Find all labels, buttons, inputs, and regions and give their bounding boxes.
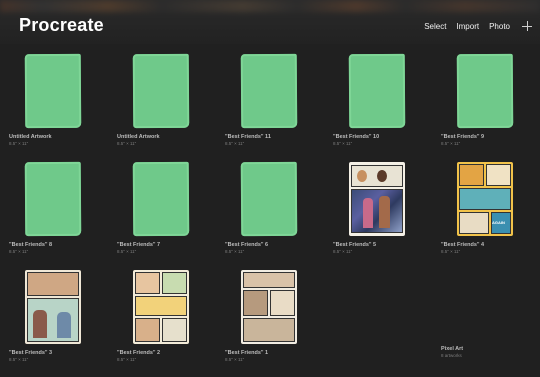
comic-thumbnail[interactable] xyxy=(133,270,189,344)
comic-panel xyxy=(135,318,160,342)
header-actions: Select Import Photo xyxy=(414,21,532,31)
artwork-name: Untitled Artwork xyxy=(117,134,160,140)
artwork-tile[interactable]: "Best Friends" 11 8.5" × 11" xyxy=(224,53,314,146)
top-bar: Procreate Select Import Photo xyxy=(0,0,540,44)
artwork-name: "Best Friends" 8 xyxy=(9,242,53,248)
comic-panel xyxy=(270,290,295,316)
comic-panel xyxy=(162,272,187,294)
artwork-tile[interactable]: AGAIN "Best Friends" 4 8.5" × 11" xyxy=(440,162,530,254)
comic-thumbnail[interactable] xyxy=(349,162,405,236)
artwork-thumbnail[interactable] xyxy=(240,161,298,237)
artwork-thumbnail[interactable] xyxy=(456,53,514,129)
artwork-name: "Best Friends" 10 xyxy=(333,134,380,140)
character-figure xyxy=(379,196,390,228)
comic-panel xyxy=(459,212,489,234)
artwork-tile[interactable]: "Best Friends" 5 8.5" × 11" xyxy=(332,162,422,254)
artwork-grid: Untitled Artwork 8.5" × 11" Untitled Art… xyxy=(0,44,540,377)
artwork-thumbnail[interactable] xyxy=(240,53,298,129)
artwork-name: "Best Friends" 5 xyxy=(333,242,377,248)
comic-panel-text: AGAIN xyxy=(492,220,505,225)
artwork-name: "Best Friends" 1 xyxy=(225,350,269,356)
artwork-thumbnail[interactable] xyxy=(132,53,190,129)
artwork-name: "Best Friends" 2 xyxy=(117,350,161,356)
artwork-name: "Best Friends" 11 xyxy=(225,134,271,140)
artwork-size: 8.5" × 11" xyxy=(333,141,353,146)
comic-panel xyxy=(243,272,295,288)
artwork-tile[interactable]: "Best Friends" 6 8.5" × 11" xyxy=(224,161,314,254)
select-button[interactable]: Select xyxy=(424,22,446,31)
character-head xyxy=(357,170,367,182)
artwork-thumbnail[interactable] xyxy=(24,53,82,129)
artwork-name: "Best Friends" 3 xyxy=(9,350,53,356)
import-button[interactable]: Import xyxy=(456,22,479,31)
comic-panel xyxy=(243,318,295,342)
artwork-tile[interactable]: "Best Friends" 3 8.5" × 11" xyxy=(8,270,98,362)
artwork-size: 8.5" × 11" xyxy=(225,357,245,362)
comic-panel xyxy=(135,272,160,294)
artwork-tile[interactable]: Untitled Artwork 8.5" × 11" xyxy=(8,53,98,146)
artwork-thumbnail[interactable] xyxy=(24,161,82,237)
comic-panel xyxy=(243,290,268,316)
plus-icon[interactable] xyxy=(522,21,532,31)
comic-thumbnail[interactable] xyxy=(241,270,297,344)
artwork-thumbnail[interactable] xyxy=(348,53,406,129)
comic-thumbnail[interactable] xyxy=(25,270,81,344)
comic-panel xyxy=(486,164,511,186)
artwork-tile[interactable]: Untitled Artwork 8.5" × 11" xyxy=(116,53,206,146)
artwork-size: 8.5" × 11" xyxy=(117,357,137,362)
artwork-size: 8.5" × 11" xyxy=(333,249,353,254)
photo-button[interactable]: Photo xyxy=(489,22,510,31)
artwork-size: 8.5" × 11" xyxy=(117,249,137,254)
procreate-gallery: Procreate Select Import Photo Untitled A… xyxy=(0,0,540,377)
artwork-tile[interactable]: "Best Friends" 10 8.5" × 11" xyxy=(332,53,422,146)
comic-panel xyxy=(459,188,511,210)
artwork-size: 8.5" × 11" xyxy=(9,357,29,362)
comic-panel xyxy=(351,189,403,233)
artwork-size: 8.5" × 11" xyxy=(441,141,461,146)
comic-thumbnail[interactable]: AGAIN xyxy=(457,162,513,236)
artwork-name: Untitled Artwork xyxy=(9,134,52,140)
artwork-size: 8.5" × 11" xyxy=(225,249,245,254)
artwork-tile[interactable]: "Best Friends" 8 8.5" × 11" xyxy=(8,161,98,254)
artwork-size: 8.5" × 11" xyxy=(225,141,245,146)
character-figure xyxy=(363,198,373,228)
artwork-name: "Best Friends" 7 xyxy=(117,242,161,248)
artwork-tile[interactable]: "Best Friends" 7 8.5" × 11" xyxy=(116,161,206,254)
comic-panel xyxy=(135,296,187,316)
artwork-size: 8.5" × 11" xyxy=(9,249,29,254)
comic-panel xyxy=(459,164,484,186)
app-title: Procreate xyxy=(19,15,104,35)
artwork-name: "Best Friends" 9 xyxy=(441,134,485,140)
artwork-size: 8.5" × 11" xyxy=(117,141,137,146)
artwork-thumbnail[interactable] xyxy=(132,161,190,237)
stack-name: Pixel Art xyxy=(441,346,464,352)
artwork-name: "Best Friends" 6 xyxy=(225,242,269,248)
stack-count: 8 artworks xyxy=(441,353,462,358)
character-figure xyxy=(57,312,71,338)
comic-panel xyxy=(27,272,79,296)
artwork-size: 8.5" × 11" xyxy=(9,141,29,146)
artwork-tile[interactable]: "Best Friends" 1 8.5" × 11" xyxy=(224,270,314,362)
comic-panel xyxy=(162,318,187,342)
artwork-tile[interactable]: "Best Friends" 9 8.5" × 11" xyxy=(440,53,530,146)
artwork-name: "Best Friends" 4 xyxy=(441,242,485,248)
stack-tile[interactable]: Pixel Art 8 artworks xyxy=(440,340,530,358)
character-head xyxy=(377,170,387,182)
artwork-size: 8.5" × 11" xyxy=(441,249,461,254)
artwork-tile[interactable]: "Best Friends" 2 8.5" × 11" xyxy=(116,270,206,362)
blurred-header-strip xyxy=(0,0,540,12)
character-figure xyxy=(33,310,47,338)
